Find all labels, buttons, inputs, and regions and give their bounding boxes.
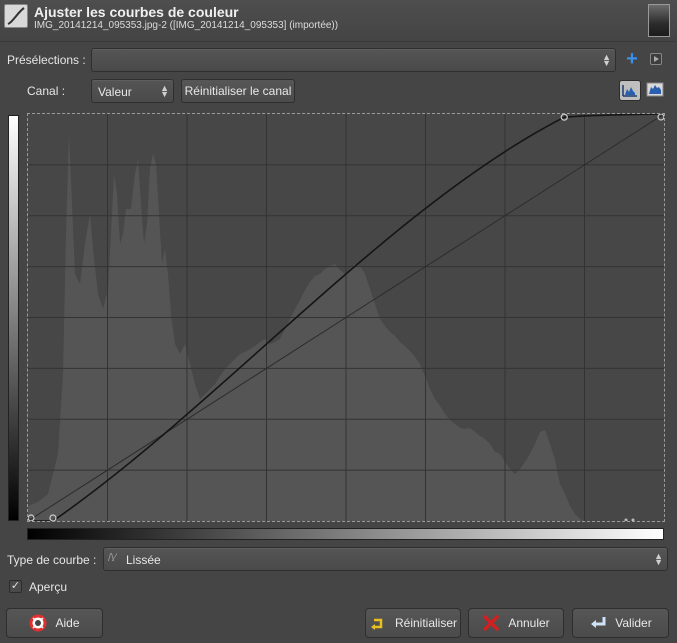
cancel-x-icon bbox=[482, 614, 500, 632]
channel-value: Valeur bbox=[98, 85, 132, 99]
add-preset-icon[interactable]: + bbox=[624, 49, 640, 69]
preset-menu-icon[interactable] bbox=[650, 53, 662, 65]
ok-button[interactable]: Valider bbox=[572, 608, 669, 638]
cancel-button[interactable]: Annuler bbox=[468, 608, 564, 638]
reset-button[interactable]: Réinitialiser bbox=[365, 608, 461, 638]
curve-type-value: Lissée bbox=[126, 553, 161, 567]
curve-type-label: Type de courbe : bbox=[7, 553, 97, 567]
presets-combo[interactable]: ▲ ▼ bbox=[91, 48, 616, 72]
histogram bbox=[28, 134, 584, 521]
range-marker bbox=[631, 518, 635, 521]
preview-label: Aperçu bbox=[29, 580, 68, 594]
channel-label: Canal : bbox=[27, 84, 66, 98]
cancel-label: Annuler bbox=[508, 616, 550, 630]
curves-tool-icon bbox=[4, 4, 28, 28]
channel-combo[interactable]: Valeur ▲ ▼ bbox=[91, 79, 174, 103]
checkmark-icon: ✓ bbox=[10, 580, 21, 592]
enter-arrow-icon bbox=[589, 614, 607, 632]
curves-canvas[interactable] bbox=[28, 114, 664, 521]
ok-label: Valider bbox=[615, 616, 652, 630]
help-label: Aide bbox=[55, 616, 80, 630]
vertical-gradient-bar bbox=[8, 115, 19, 521]
range-marker bbox=[624, 518, 628, 521]
curves-graph[interactable] bbox=[27, 113, 665, 522]
combo-arrows-icon: ▲ ▼ bbox=[654, 551, 663, 567]
combo-arrows-icon: ▲ ▼ bbox=[160, 83, 169, 99]
reset-channel-button[interactable]: Réinitialiser le canal bbox=[181, 79, 295, 103]
log-histogram-button[interactable] bbox=[645, 80, 667, 101]
dialog-title: Ajuster les courbes de couleur bbox=[34, 4, 239, 20]
horizontal-gradient-bar bbox=[27, 528, 664, 540]
smooth-curve-icon: /\∕ bbox=[108, 552, 116, 564]
help-button[interactable]: Aide bbox=[6, 608, 103, 638]
curve-type-combo[interactable]: /\∕ Lissée ▲ ▼ bbox=[103, 547, 668, 571]
linear-histogram-button[interactable] bbox=[619, 80, 641, 101]
preview-checkbox[interactable]: ✓ bbox=[9, 580, 22, 593]
combo-arrows-icon: ▲ ▼ bbox=[602, 52, 611, 68]
lifebuoy-icon bbox=[29, 614, 47, 632]
image-thumbnail bbox=[648, 4, 670, 37]
dialog-subtitle: IMG_20141214_095353.jpg-2 ([IMG_20141214… bbox=[34, 20, 339, 31]
presets-label: Présélections : bbox=[7, 53, 86, 67]
log-histogram-icon bbox=[646, 82, 664, 97]
dialog-header: Ajuster les courbes de couleur IMG_20141… bbox=[0, 0, 677, 42]
reset-icon bbox=[369, 614, 387, 632]
reset-label: Réinitialiser bbox=[394, 616, 458, 630]
linear-histogram-icon bbox=[622, 85, 637, 97]
